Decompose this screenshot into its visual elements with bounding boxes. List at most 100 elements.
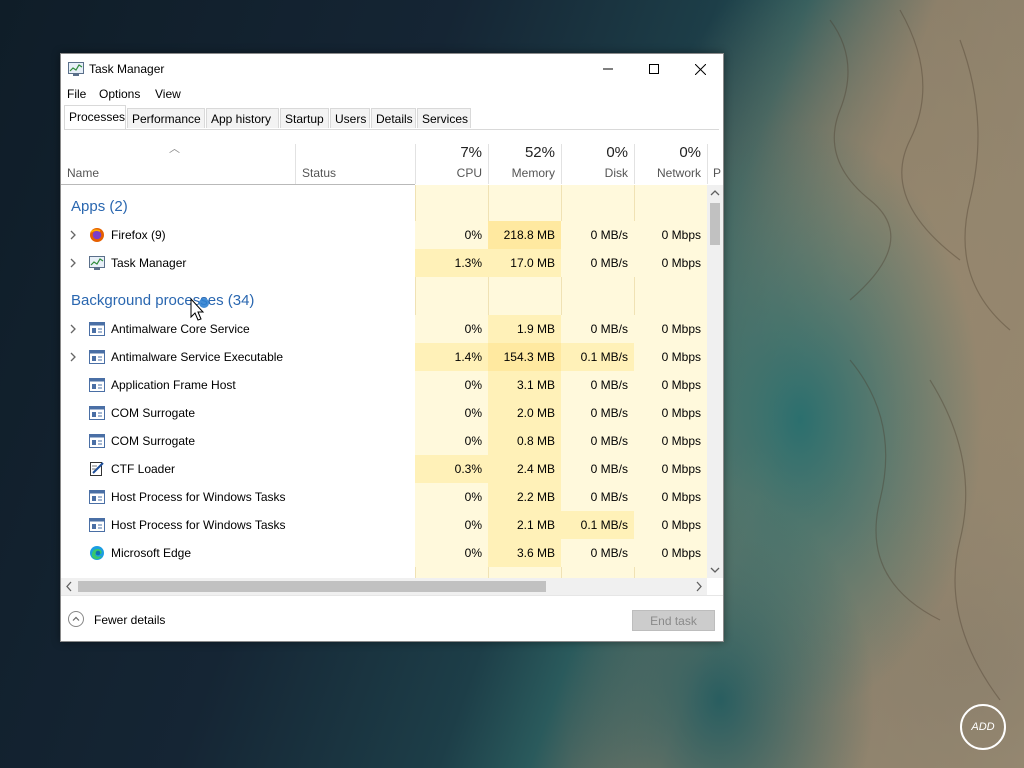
scroll-up-icon[interactable] — [707, 185, 723, 201]
column-header: ︿ Name Status 7% CPU 52% Memory 0% Disk … — [61, 130, 723, 185]
process-disk-value: 0 MB/s — [561, 315, 634, 343]
tab-startup[interactable]: Startup — [280, 108, 329, 128]
expand-chevron-icon[interactable] — [69, 229, 77, 241]
table-row[interactable]: Microsoft Edge 0% 3.6 MB 0 MB/s 0 Mbps — [61, 539, 707, 567]
process-cpu-value: 0% — [415, 539, 488, 567]
process-name: CTF Loader — [111, 462, 176, 476]
end-task-button[interactable]: End task — [632, 610, 715, 631]
process-disk-value: 0 MB/s — [561, 427, 634, 455]
service-window-icon — [89, 321, 105, 337]
process-name: COM Surrogate — [111, 434, 196, 448]
process-mem-value: 0.8 MB — [488, 427, 561, 455]
service-window-icon — [89, 489, 105, 505]
process-mem-value: 1.9 MB — [488, 315, 561, 343]
maximize-button[interactable] — [631, 54, 677, 84]
fewer-details-link[interactable]: Fewer details — [94, 613, 165, 627]
scroll-right-icon[interactable] — [691, 578, 707, 595]
column-name[interactable]: Name — [61, 144, 295, 184]
table-row[interactable]: COM Surrogate 0% 0.8 MB 0 MB/s 0 Mbps — [61, 427, 707, 455]
process-net-value: 0 Mbps — [634, 539, 707, 567]
table-row[interactable]: Host Process for Windows Tasks 0% 2.1 MB 0.… — [61, 511, 707, 539]
process-name: COM Surrogate — [111, 406, 196, 420]
process-net-value: 0 Mbps — [634, 455, 707, 483]
service-window-icon — [89, 433, 105, 449]
process-name: Antimalware Service Executable — [111, 350, 284, 364]
process-list: Apps (2) Background processes (34) Firef… — [61, 185, 707, 578]
process-name: Firefox (9) — [111, 228, 166, 242]
tab-details[interactable]: Details — [371, 108, 416, 128]
expand-chevron-icon[interactable] — [69, 257, 77, 269]
tab-performance[interactable]: Performance — [127, 108, 205, 128]
process-mem-value: 2.4 MB — [488, 455, 561, 483]
process-disk-value: 0 MB/s — [561, 539, 634, 567]
process-name: Host Process for Windows Tasks — [111, 490, 286, 504]
table-row[interactable]: Application Frame Host 0% 3.1 MB 0 MB/s 0 Mb… — [61, 371, 707, 399]
title-bar[interactable]: Task Manager — [61, 54, 723, 84]
process-mem-value: 218.8 MB — [488, 221, 561, 249]
close-icon — [694, 63, 706, 75]
process-cpu-value: 0% — [415, 511, 488, 539]
horizontal-scrollbar[interactable] — [61, 578, 707, 595]
process-net-value: 0 Mbps — [634, 511, 707, 539]
column-memory[interactable]: 52% Memory — [488, 144, 561, 184]
network-label: Network — [656, 166, 701, 180]
process-name: Task Manager — [111, 256, 187, 270]
tab-services[interactable]: Services — [417, 108, 471, 128]
process-disk-value: 0.1 MB/s — [561, 343, 634, 371]
horizontal-scroll-thumb[interactable] — [78, 581, 546, 592]
process-disk-value: 0 MB/s — [561, 221, 634, 249]
add-badge[interactable]: ADD — [960, 704, 1006, 750]
table-row[interactable]: Task Manager 1.3% 17.0 MB 0 MB/s 0 Mbps — [61, 249, 707, 277]
tab-users[interactable]: Users — [330, 108, 370, 128]
memory-total: 52% — [524, 144, 555, 161]
column-cpu[interactable]: 7% CPU — [415, 144, 488, 184]
cpu-label: CPU — [456, 166, 482, 180]
table-row[interactable]: Antimalware Core Service 0% 1.9 MB 0 MB/s 0 … — [61, 315, 707, 343]
column-disk[interactable]: 0% Disk — [561, 144, 634, 184]
vertical-scroll-thumb[interactable] — [710, 203, 720, 245]
column-network[interactable]: 0% Network — [634, 144, 707, 184]
process-net-value: 0 Mbps — [634, 427, 707, 455]
table-row[interactable]: Firefox (9) 0% 218.8 MB 0 MB/s 0 Mbps — [61, 221, 707, 249]
menu-file[interactable]: File — [67, 87, 86, 101]
table-row[interactable]: Antimalware Service Executable 1.4% 154.3 … — [61, 343, 707, 371]
maximize-icon — [649, 64, 659, 74]
service-window-icon — [89, 349, 105, 365]
service-window-icon — [89, 377, 105, 393]
column-power[interactable]: P — [707, 144, 723, 184]
menu-options[interactable]: Options — [99, 87, 140, 101]
ctf-loader-icon — [89, 461, 105, 477]
process-disk-value: 0 MB/s — [561, 249, 634, 277]
scroll-left-icon[interactable] — [61, 578, 77, 595]
process-net-value: 0 Mbps — [634, 371, 707, 399]
task-manager-icon — [68, 62, 84, 76]
vertical-scrollbar[interactable] — [707, 185, 723, 578]
process-cpu-value: 1.3% — [415, 249, 488, 277]
tab-app-history[interactable]: App history — [206, 108, 279, 128]
minimize-icon — [603, 68, 613, 70]
tab-processes[interactable]: Processes — [64, 105, 126, 129]
task-manager-window: Task Manager File Options View Processes… — [60, 53, 724, 642]
column-power-label: P — [713, 166, 722, 180]
process-cpu-value: 0% — [415, 399, 488, 427]
table-row[interactable]: COM Surrogate 0% 2.0 MB 0 MB/s 0 Mbps — [61, 399, 707, 427]
expand-chevron-icon[interactable] — [69, 323, 77, 335]
expand-chevron-icon[interactable] — [69, 351, 77, 363]
process-disk-value: 0.1 MB/s — [561, 511, 634, 539]
group-apps[interactable]: Apps (2) — [71, 193, 128, 221]
menu-bar: File Options View — [61, 84, 723, 104]
process-net-value: 0 Mbps — [634, 483, 707, 511]
fewer-details-icon[interactable] — [68, 611, 84, 627]
process-disk-value: 0 MB/s — [561, 483, 634, 511]
process-cpu-value: 0% — [415, 221, 488, 249]
network-total: 0% — [679, 144, 701, 161]
table-row[interactable]: CTF Loader 0.3% 2.4 MB 0 MB/s 0 Mbps — [61, 455, 707, 483]
menu-view[interactable]: View — [155, 87, 181, 101]
tab-strip: Processes Performance App history Startu… — [64, 105, 719, 130]
table-row[interactable]: Host Process for Windows Tasks 0% 2.2 MB 0 … — [61, 483, 707, 511]
minimize-button[interactable] — [585, 54, 631, 84]
column-status[interactable]: Status — [295, 144, 415, 184]
scroll-down-icon[interactable] — [707, 562, 723, 578]
group-background[interactable]: Background processes (34) — [71, 287, 254, 315]
close-button[interactable] — [677, 54, 723, 84]
